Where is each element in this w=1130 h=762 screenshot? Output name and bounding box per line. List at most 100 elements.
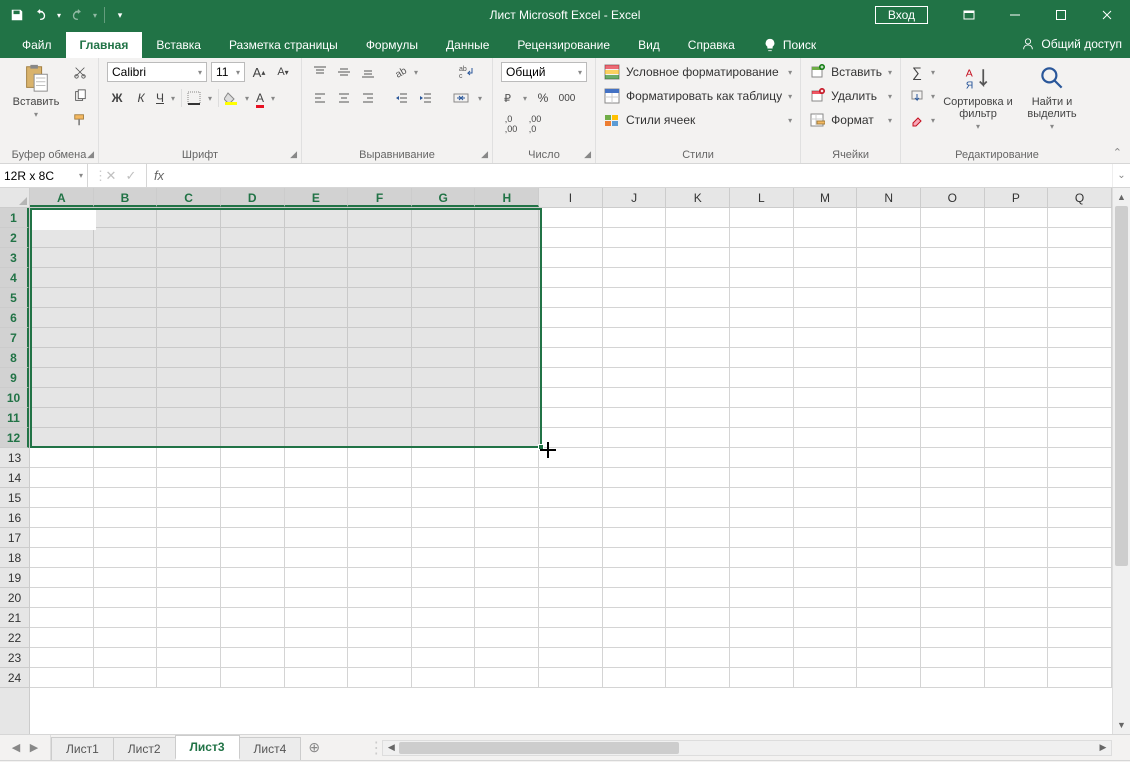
cell[interactable] [666, 508, 730, 528]
cell[interactable] [412, 608, 476, 628]
cell[interactable] [794, 488, 858, 508]
cell[interactable] [921, 628, 985, 648]
cell[interactable] [157, 388, 221, 408]
cell[interactable] [285, 368, 349, 388]
row-header[interactable]: 3 [0, 248, 29, 268]
new-sheet-button[interactable]: ⊕ [300, 739, 328, 756]
cell[interactable] [794, 548, 858, 568]
cell[interactable] [603, 208, 667, 228]
cell[interactable] [857, 448, 921, 468]
cell[interactable] [1048, 528, 1112, 548]
vertical-scroll-thumb[interactable] [1115, 206, 1128, 566]
align-left-icon[interactable] [310, 88, 330, 108]
cell[interactable] [94, 488, 158, 508]
cell[interactable] [94, 648, 158, 668]
cell[interactable] [985, 428, 1049, 448]
tell-me-search[interactable]: Поиск [749, 32, 830, 58]
row-header[interactable]: 5 [0, 288, 29, 308]
cell[interactable] [30, 368, 94, 388]
cell[interactable] [348, 668, 412, 688]
cell[interactable] [30, 668, 94, 688]
cell[interactable] [794, 388, 858, 408]
cell[interactable] [730, 568, 794, 588]
align-middle-icon[interactable] [334, 62, 354, 82]
cell[interactable] [603, 588, 667, 608]
cell[interactable] [475, 288, 539, 308]
cell[interactable] [666, 608, 730, 628]
cell[interactable] [666, 308, 730, 328]
comma-format-icon[interactable]: 000 [557, 88, 577, 108]
ribbon-display-options-icon[interactable] [946, 0, 992, 30]
cell[interactable] [221, 608, 285, 628]
cell[interactable] [666, 568, 730, 588]
cell[interactable] [30, 568, 94, 588]
cell[interactable] [539, 468, 603, 488]
cell[interactable] [1048, 428, 1112, 448]
cell[interactable] [221, 588, 285, 608]
cell[interactable] [412, 548, 476, 568]
cell[interactable] [285, 208, 349, 228]
cell[interactable] [30, 468, 94, 488]
tab-formulas[interactable]: Формулы [352, 32, 432, 58]
clipboard-launcher-icon[interactable]: ◢ [87, 149, 94, 160]
cell[interactable] [285, 268, 349, 288]
cell[interactable] [666, 488, 730, 508]
cell[interactable] [985, 508, 1049, 528]
cell[interactable] [348, 648, 412, 668]
cell[interactable] [603, 528, 667, 548]
cell[interactable] [730, 268, 794, 288]
column-header[interactable]: D [221, 188, 285, 207]
cell[interactable] [221, 488, 285, 508]
cell[interactable] [666, 228, 730, 248]
cell[interactable] [985, 408, 1049, 428]
cell[interactable] [30, 608, 94, 628]
cell[interactable] [221, 248, 285, 268]
fx-icon[interactable]: fx [147, 164, 171, 187]
cell[interactable] [348, 228, 412, 248]
tab-help[interactable]: Справка [674, 32, 749, 58]
cell[interactable] [157, 488, 221, 508]
cell[interactable] [285, 388, 349, 408]
sort-filter-button[interactable]: АЯ Сортировка и фильтр▾ [943, 62, 1013, 131]
cell[interactable] [94, 568, 158, 588]
cell[interactable] [1048, 368, 1112, 388]
cell[interactable] [221, 648, 285, 668]
cell[interactable] [221, 208, 285, 228]
cell[interactable] [157, 288, 221, 308]
cell[interactable] [794, 208, 858, 228]
cell[interactable] [94, 208, 158, 228]
cell[interactable] [921, 448, 985, 468]
cell[interactable] [794, 408, 858, 428]
cell[interactable] [921, 288, 985, 308]
cell[interactable] [475, 328, 539, 348]
cell[interactable] [30, 448, 94, 468]
cell[interactable] [794, 288, 858, 308]
cell[interactable] [475, 348, 539, 368]
cell[interactable] [985, 288, 1049, 308]
cell[interactable] [221, 308, 285, 328]
column-header[interactable]: K [666, 188, 730, 207]
cell[interactable] [94, 428, 158, 448]
conditional-formatting-button[interactable]: Условное форматирование [604, 62, 792, 82]
cell[interactable] [348, 608, 412, 628]
underline-icon[interactable]: Ч [155, 88, 177, 108]
cell[interactable] [412, 208, 476, 228]
cell[interactable] [30, 328, 94, 348]
cell[interactable] [603, 388, 667, 408]
cell[interactable] [412, 308, 476, 328]
cell[interactable] [475, 668, 539, 688]
column-header[interactable]: H [475, 188, 539, 207]
cell[interactable] [348, 488, 412, 508]
row-header[interactable]: 15 [0, 488, 29, 508]
horizontal-scroll-thumb[interactable] [399, 742, 679, 754]
row-header[interactable]: 21 [0, 608, 29, 628]
formula-input[interactable] [171, 164, 1112, 187]
format-cells-button[interactable]: Формат [809, 110, 892, 130]
cell[interactable] [412, 288, 476, 308]
cell[interactable] [730, 588, 794, 608]
cell[interactable] [539, 308, 603, 328]
qat-customize-icon[interactable]: ▾ [109, 4, 131, 26]
cell[interactable] [157, 548, 221, 568]
cell[interactable] [475, 388, 539, 408]
cell[interactable] [1048, 288, 1112, 308]
